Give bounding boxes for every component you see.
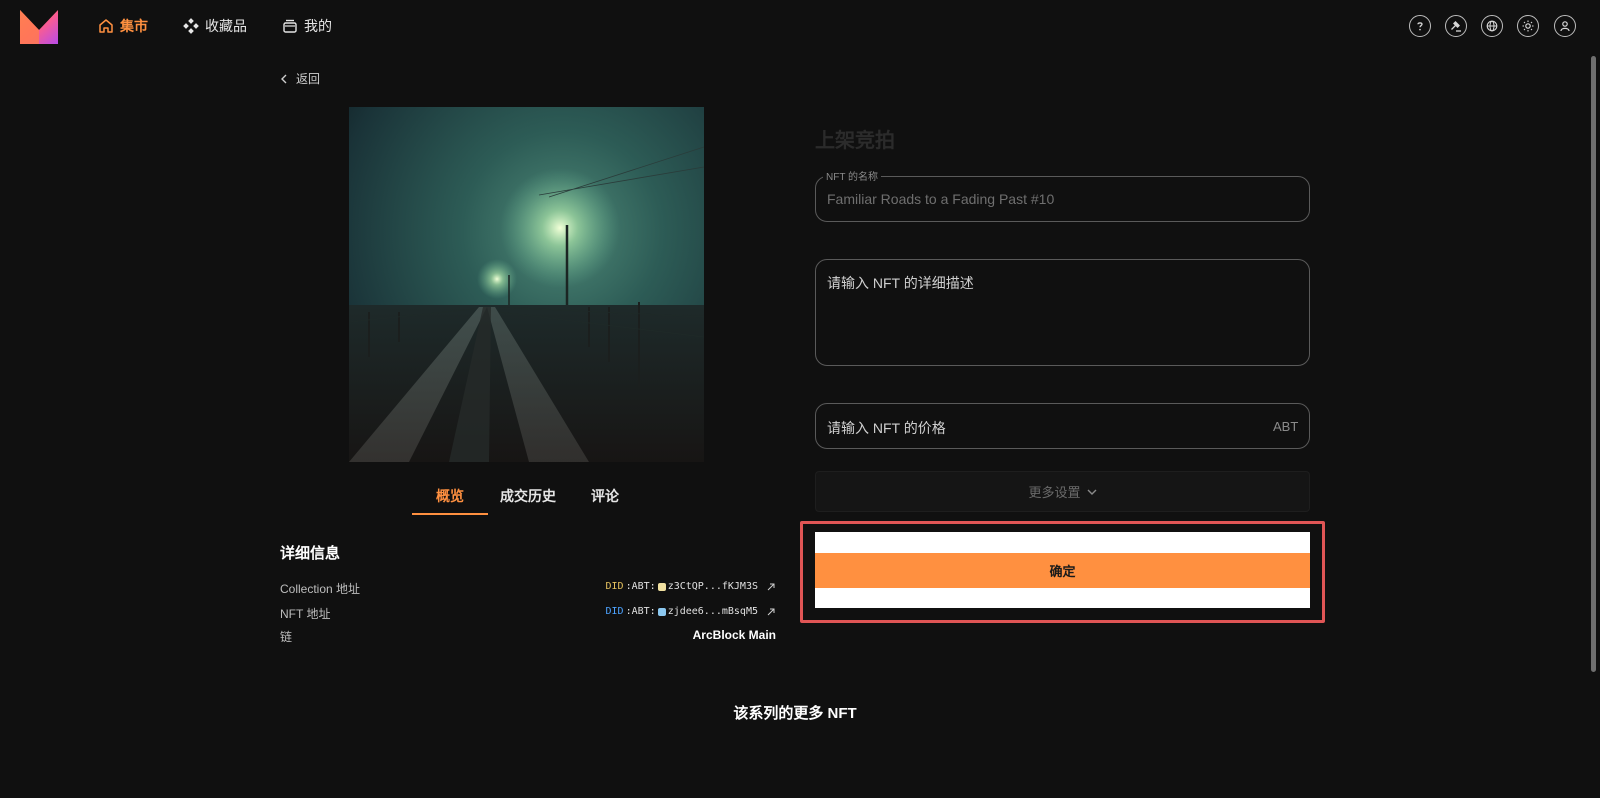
collection-address: z3CtQP...fKJM3S <box>667 581 758 592</box>
more-settings-button[interactable]: 更多设置 <box>815 471 1310 512</box>
nft-name-value: Familiar Roads to a Fading Past #10 <box>827 191 1055 207</box>
chain-label: 链 <box>280 630 293 644</box>
app-logo[interactable] <box>20 8 58 46</box>
tab-comments[interactable]: 评论 <box>591 486 619 506</box>
more-settings-label: 更多设置 <box>1028 485 1081 500</box>
collection-address-value[interactable]: DID:ABT: z3CtQP...fKJM3S <box>606 581 776 592</box>
did-prefix: DID <box>605 581 624 592</box>
user-button[interactable] <box>1554 15 1576 37</box>
external-link-icon <box>767 608 775 615</box>
external-link-icon <box>767 583 775 590</box>
details-title: 详细信息 <box>280 545 341 562</box>
tab-trade-history[interactable]: 成交历史 <box>500 486 556 506</box>
theme-toggle-button[interactable] <box>1517 15 1539 37</box>
auction-button[interactable] <box>1445 15 1467 37</box>
nft-address: zjdee6...mBsqM5 <box>667 606 758 617</box>
wallet-icon <box>283 19 297 33</box>
price-placeholder: 请输入 NFT 的价格 <box>827 420 946 436</box>
nav-market[interactable]: 集市 <box>98 14 148 38</box>
back-label: 返回 <box>296 72 321 86</box>
chevron-left-icon <box>281 74 287 83</box>
more-nft-title: 该系列的更多 NFT <box>733 705 857 722</box>
help-icon <box>1417 22 1423 31</box>
price-unit: ABT <box>1273 419 1299 434</box>
tab-overview[interactable]: 概览 <box>436 486 464 506</box>
help-button[interactable] <box>1409 15 1431 37</box>
nft-image <box>349 107 704 462</box>
user-icon <box>1560 21 1570 32</box>
did-avatar-icon <box>657 582 666 591</box>
did-scheme: :ABT: <box>625 581 656 592</box>
tab-active-indicator <box>412 513 488 515</box>
globe-icon <box>1486 20 1498 32</box>
nav-collectibles[interactable]: 收藏品 <box>183 14 247 38</box>
chain-value: ArcBlock Main <box>692 628 776 642</box>
page-scrollbar[interactable] <box>1591 56 1596 672</box>
collection-icon <box>183 18 199 34</box>
auction-icon <box>1451 21 1461 32</box>
nav-collectibles-label: 收藏品 <box>205 18 247 34</box>
highlight-box <box>800 521 1325 623</box>
nft-address-label: NFT 地址 <box>280 607 331 621</box>
nav-mine-label: 我的 <box>304 18 332 34</box>
chevron-down-icon <box>1087 489 1096 495</box>
back-link[interactable]: 返回 <box>280 70 320 87</box>
nft-address-value[interactable]: DID:ABT: zjdee6...mBsqM5 <box>606 606 776 617</box>
nft-name-label: NFT 的名称 <box>823 168 882 183</box>
did-prefix: DID <box>605 606 624 617</box>
form-title: 上架竞拍 <box>815 130 895 152</box>
did-scheme: :ABT: <box>625 606 656 617</box>
did-avatar-icon <box>657 607 666 616</box>
home-icon <box>99 19 113 33</box>
language-button[interactable] <box>1481 15 1503 37</box>
nav-mine[interactable]: 我的 <box>282 14 332 38</box>
collection-address-label: Collection 地址 <box>280 582 361 596</box>
description-placeholder: 请输入 NFT 的详细描述 <box>827 275 974 291</box>
sun-icon <box>1522 20 1534 32</box>
nav-market-label: 集市 <box>120 18 148 34</box>
